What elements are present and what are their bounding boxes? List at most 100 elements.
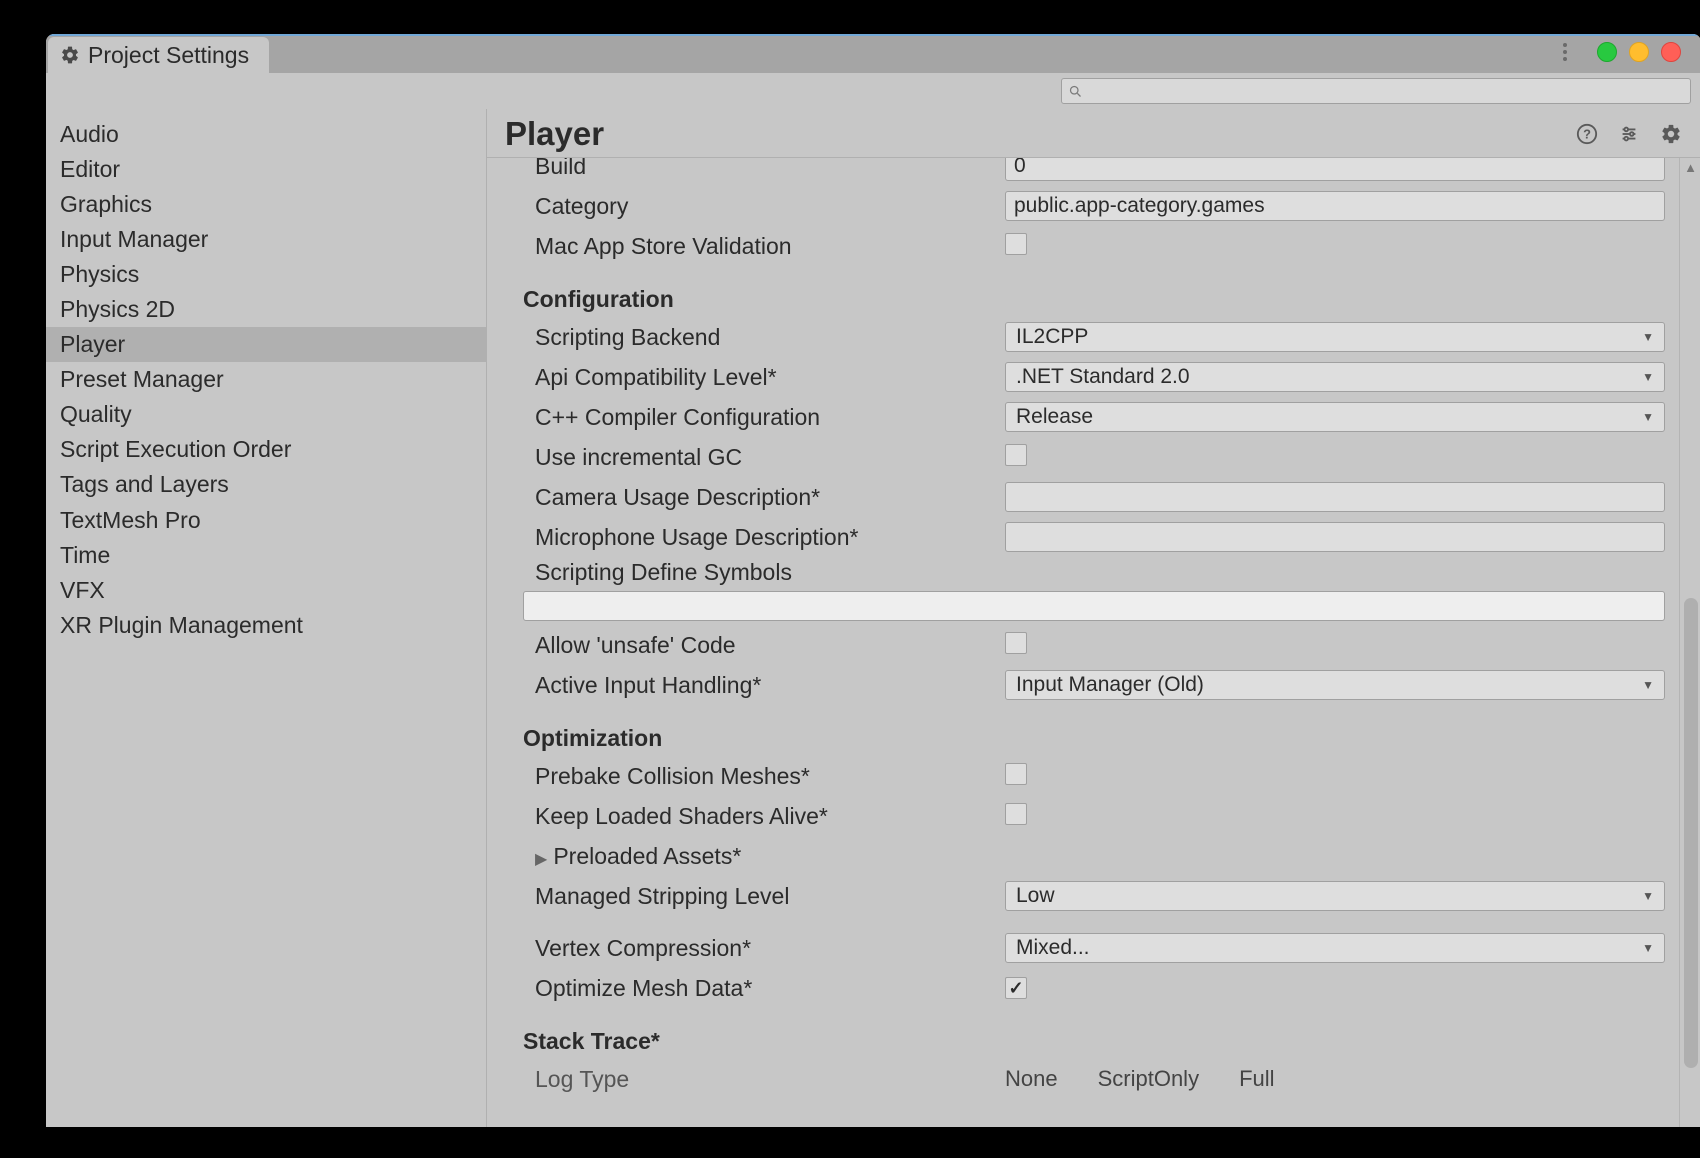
keep-shaders-label: Keep Loaded Shaders Alive* — [505, 803, 1005, 830]
search-input[interactable] — [1089, 81, 1684, 101]
sidebar-item-quality[interactable]: Quality — [46, 397, 486, 432]
sidebar-item-label: Tags and Layers — [60, 471, 229, 497]
sidebar-item-player[interactable]: Player — [46, 327, 486, 362]
sidebar-item-time[interactable]: Time — [46, 538, 486, 573]
preloaded-assets-foldout[interactable]: ▶Preloaded Assets* — [505, 843, 1005, 870]
maximize-button[interactable] — [1629, 42, 1649, 62]
minimize-button[interactable] — [1597, 42, 1617, 62]
preset-icon[interactable] — [1617, 122, 1641, 146]
keep-shaders-checkbox[interactable] — [1005, 803, 1027, 825]
vertex-dropdown[interactable]: Mixed... — [1005, 933, 1665, 963]
optimize-mesh-checkbox[interactable] — [1005, 977, 1027, 999]
row-define-symbols-input — [505, 587, 1665, 625]
row-cpp-config: C++ Compiler Configuration Release — [505, 397, 1665, 437]
scrollbar[interactable]: ▲ — [1679, 158, 1700, 1127]
sidebar-item-label: Preset Manager — [60, 366, 224, 392]
close-button[interactable] — [1661, 42, 1681, 62]
search-box[interactable] — [1061, 78, 1691, 104]
api-compat-dropdown[interactable]: .NET Standard 2.0 — [1005, 362, 1665, 392]
row-define-symbols-label: Scripting Define Symbols — [505, 557, 1665, 587]
stack-col-none: None — [1005, 1066, 1058, 1092]
sidebar-item-graphics[interactable]: Graphics — [46, 187, 486, 222]
allow-unsafe-checkbox[interactable] — [1005, 632, 1027, 654]
sidebar-item-physics[interactable]: Physics — [46, 257, 486, 292]
define-symbols-field[interactable] — [523, 591, 1665, 621]
row-preloaded-assets[interactable]: ▶Preloaded Assets* — [505, 836, 1665, 876]
sidebar-item-label: Physics — [60, 261, 139, 287]
sidebar-item-label: Script Execution Order — [60, 436, 291, 462]
tab-project-settings[interactable]: Project Settings — [48, 37, 269, 73]
row-api-compat: Api Compatibility Level* .NET Standard 2… — [505, 357, 1665, 397]
build-label: Build — [505, 157, 1005, 180]
row-category: Category — [505, 186, 1665, 226]
dropdown-value: .NET Standard 2.0 — [1016, 365, 1190, 389]
sidebar-item-audio[interactable]: Audio — [46, 117, 486, 152]
category-field[interactable] — [1005, 191, 1665, 221]
stripping-label: Managed Stripping Level — [505, 883, 1005, 910]
search-row — [46, 73, 1700, 109]
sidebar-item-label: TextMesh Pro — [60, 507, 201, 533]
gear-icon — [60, 45, 80, 65]
window-controls — [1555, 42, 1681, 62]
help-icon[interactable]: ? — [1575, 122, 1599, 146]
scroll-up-icon[interactable]: ▲ — [1680, 158, 1700, 176]
sidebar-item-vfx[interactable]: VFX — [46, 573, 486, 608]
camera-desc-field[interactable] — [1005, 482, 1665, 512]
row-build: Build — [505, 157, 1665, 186]
project-settings-window: Project Settings Audio Editor Graphics I… — [46, 34, 1700, 1127]
sidebar-item-xr-plugin-management[interactable]: XR Plugin Management — [46, 608, 486, 643]
sidebar-item-label: Time — [60, 542, 110, 568]
row-incremental-gc: Use incremental GC — [505, 437, 1665, 477]
sidebar-item-label: Input Manager — [60, 226, 208, 252]
mic-desc-field[interactable] — [1005, 522, 1665, 552]
foldout-triangle-icon: ▶ — [535, 849, 547, 869]
main-header: Player ? — [487, 109, 1700, 157]
sidebar-item-textmesh-pro[interactable]: TextMesh Pro — [46, 503, 486, 538]
sidebar-item-script-execution-order[interactable]: Script Execution Order — [46, 432, 486, 467]
build-field[interactable] — [1005, 157, 1665, 181]
dropdown-value: Input Manager (Old) — [1016, 673, 1204, 697]
sidebar-item-label: Player — [60, 331, 125, 357]
cpp-config-dropdown[interactable]: Release — [1005, 402, 1665, 432]
scroll-thumb[interactable] — [1684, 598, 1698, 1068]
row-allow-unsafe: Allow 'unsafe' Code — [505, 625, 1665, 665]
mic-desc-label: Microphone Usage Description* — [505, 524, 1005, 551]
api-compat-label: Api Compatibility Level* — [505, 364, 1005, 391]
tab-bar: Project Settings — [46, 34, 1700, 73]
dropdown-value: IL2CPP — [1016, 325, 1088, 349]
input-handling-dropdown[interactable]: Input Manager (Old) — [1005, 670, 1665, 700]
sidebar-item-physics-2d[interactable]: Physics 2D — [46, 292, 486, 327]
settings-icon[interactable] — [1659, 122, 1683, 146]
section-optimization: Optimization — [505, 717, 1665, 756]
stack-col-scriptonly: ScriptOnly — [1098, 1066, 1199, 1092]
section-stack-trace: Stack Trace* — [505, 1020, 1665, 1059]
sidebar-item-preset-manager[interactable]: Preset Manager — [46, 362, 486, 397]
row-stripping: Managed Stripping Level Low — [505, 876, 1665, 916]
dropdown-value: Mixed... — [1016, 936, 1090, 960]
sidebar-item-label: Physics 2D — [60, 296, 175, 322]
page-title: Player — [505, 115, 1575, 153]
cpp-config-label: C++ Compiler Configuration — [505, 404, 1005, 431]
mac-validation-checkbox[interactable] — [1005, 233, 1027, 255]
scripting-backend-dropdown[interactable]: IL2CPP — [1005, 322, 1665, 352]
sidebar-item-editor[interactable]: Editor — [46, 152, 486, 187]
dropdown-value: Release — [1016, 405, 1093, 429]
main-panel: Player ? Build — [486, 109, 1700, 1127]
camera-desc-label: Camera Usage Description* — [505, 484, 1005, 511]
dropdown-value: Low — [1016, 884, 1055, 908]
body-area: Audio Editor Graphics Input Manager Phys… — [46, 109, 1700, 1127]
sidebar-item-input-manager[interactable]: Input Manager — [46, 222, 486, 257]
sidebar-item-label: Audio — [60, 121, 119, 147]
sidebar-item-tags-and-layers[interactable]: Tags and Layers — [46, 467, 486, 502]
row-mic-desc: Microphone Usage Description* — [505, 517, 1665, 557]
stripping-dropdown[interactable]: Low — [1005, 881, 1665, 911]
prebake-checkbox[interactable] — [1005, 763, 1027, 785]
sidebar-item-label: Editor — [60, 156, 120, 182]
incremental-gc-checkbox[interactable] — [1005, 444, 1027, 466]
more-icon[interactable] — [1555, 42, 1575, 62]
content-scroll: Build Category Mac App Store Validation … — [487, 157, 1700, 1127]
row-mac-validation: Mac App Store Validation — [505, 226, 1665, 266]
tab-label: Project Settings — [88, 42, 249, 69]
prebake-label: Prebake Collision Meshes* — [505, 763, 1005, 790]
sidebar: Audio Editor Graphics Input Manager Phys… — [46, 109, 486, 1127]
